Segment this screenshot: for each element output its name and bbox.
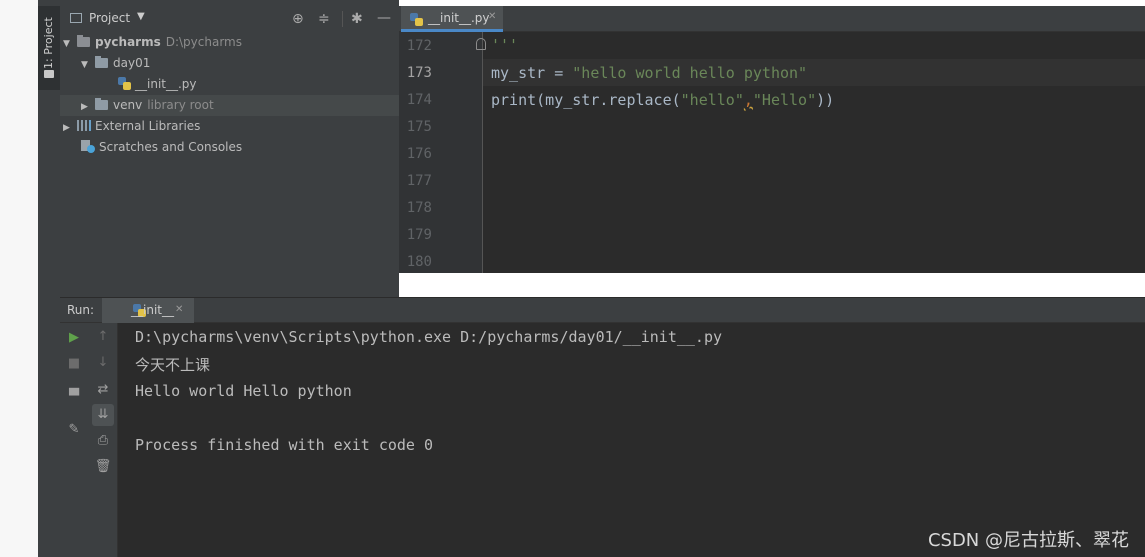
code-token: )) bbox=[816, 91, 835, 109]
run-tab-label[interactable]: __init__ bbox=[131, 303, 174, 317]
line-number: 172 bbox=[406, 38, 432, 54]
watermark: CSDN @尼古拉斯、翠花 bbox=[927, 530, 1129, 551]
tree-item-venv[interactable]: ▶ venv library root bbox=[81, 95, 214, 116]
tree-item-external-libraries[interactable]: ▶ External Libraries bbox=[63, 116, 200, 137]
window-left-margin bbox=[0, 0, 38, 557]
string-literal: "hello world hello python" bbox=[572, 64, 808, 82]
locate-icon[interactable]: ⊕ bbox=[292, 12, 304, 26]
rerun-icon[interactable]: ▶ bbox=[64, 330, 84, 346]
code-token: my_str = bbox=[491, 64, 573, 82]
collapse-all-icon[interactable]: ≑ bbox=[318, 12, 330, 26]
folder-icon bbox=[44, 70, 54, 78]
close-icon[interactable]: ✕ bbox=[175, 304, 183, 315]
tree-item-note: library root bbox=[147, 98, 214, 112]
soft-wrap-icon[interactable]: ⇄ bbox=[93, 382, 113, 398]
trash-icon[interactable]: 🗑 bbox=[93, 459, 113, 475]
run-panel-header bbox=[60, 298, 1145, 323]
line-number: 176 bbox=[406, 146, 432, 162]
console-line: Process finished with exit code 0 bbox=[135, 436, 434, 454]
stop-icon[interactable]: ■ bbox=[64, 356, 84, 372]
line-number: 178 bbox=[406, 200, 432, 216]
python-file-icon bbox=[118, 77, 131, 90]
tree-item-label: Scratches and Consoles bbox=[99, 140, 243, 154]
minimize-icon[interactable]: — bbox=[377, 11, 391, 25]
libraries-icon bbox=[77, 120, 91, 131]
chevron-down-icon[interactable]: ▼ bbox=[137, 11, 145, 22]
gear-icon[interactable]: ✱ bbox=[351, 12, 363, 26]
arrow-down-icon[interactable]: ↓ bbox=[93, 355, 113, 371]
layout-icon[interactable]: ▀ bbox=[64, 389, 84, 405]
tree-item-pycharms[interactable]: ▼ pycharms D:\pycharms bbox=[63, 32, 242, 53]
arrow-up-icon[interactable]: ↑ bbox=[93, 329, 113, 345]
line-number: 177 bbox=[406, 173, 432, 189]
code-line: print(my_str.replace("hello","Hello")) bbox=[491, 91, 834, 109]
chevron-right-icon[interactable]: ▶ bbox=[81, 97, 95, 118]
editor-tab-bar bbox=[399, 6, 1145, 32]
tree-item-label: venv bbox=[113, 98, 143, 112]
project-tool-tab-label[interactable]: 1: Project bbox=[40, 8, 58, 78]
tree-item-label: day01 bbox=[113, 56, 151, 70]
chevron-down-icon[interactable]: ▼ bbox=[63, 34, 77, 55]
gutter-divider bbox=[482, 32, 483, 273]
chevron-down-icon[interactable]: ▼ bbox=[81, 55, 95, 76]
tree-item-scratches[interactable]: Scratches and Consoles bbox=[81, 137, 242, 158]
chevron-right-icon[interactable]: ▶ bbox=[63, 118, 77, 139]
code-token: print(my_str.replace( bbox=[491, 91, 681, 109]
tree-item-label: External Libraries bbox=[95, 119, 201, 133]
string-literal: "Hello" bbox=[752, 91, 817, 109]
scratches-icon bbox=[81, 140, 95, 153]
folder-icon bbox=[77, 35, 90, 47]
code-token: , bbox=[743, 91, 753, 109]
close-icon[interactable]: ✕ bbox=[488, 11, 496, 22]
fold-marker-icon[interactable] bbox=[476, 38, 486, 50]
tree-item-init-file[interactable]: __init__.py bbox=[118, 74, 197, 95]
project-panel-title[interactable]: Project bbox=[89, 11, 130, 25]
line-number: 179 bbox=[406, 227, 432, 243]
line-number: 174 bbox=[406, 92, 432, 108]
line-number: 175 bbox=[406, 119, 432, 135]
folder-icon bbox=[95, 98, 108, 110]
tree-item-label: __init__.py bbox=[135, 77, 197, 91]
code-line: ''' bbox=[491, 36, 519, 54]
python-file-icon bbox=[410, 13, 423, 26]
pin-icon[interactable]: ✎ bbox=[64, 422, 84, 438]
folder-icon bbox=[95, 56, 108, 68]
tree-item-label: pycharms bbox=[95, 35, 161, 49]
scroll-to-end-icon[interactable]: ⇊ bbox=[93, 407, 113, 423]
tree-item-path: D:\pycharms bbox=[165, 35, 242, 49]
console-line: Hello world Hello python bbox=[135, 382, 352, 400]
string-literal: "hello" bbox=[680, 91, 744, 109]
line-number: 173 bbox=[406, 65, 432, 81]
editor-tab-label[interactable]: __init__.py bbox=[428, 11, 490, 25]
run-panel-label: Run: bbox=[67, 303, 95, 317]
window-icon bbox=[70, 13, 82, 23]
tree-item-day01[interactable]: ▼ day01 bbox=[81, 53, 150, 74]
line-number: 180 bbox=[406, 254, 432, 270]
header-divider bbox=[342, 11, 343, 27]
code-line: my_str = "hello world hello python" bbox=[491, 64, 807, 82]
console-line: 今天不上课 bbox=[135, 356, 211, 374]
print-icon[interactable]: ⎙ bbox=[93, 433, 113, 449]
console-line: D:\pycharms\venv\Scripts\python.exe D:/p… bbox=[135, 328, 722, 346]
